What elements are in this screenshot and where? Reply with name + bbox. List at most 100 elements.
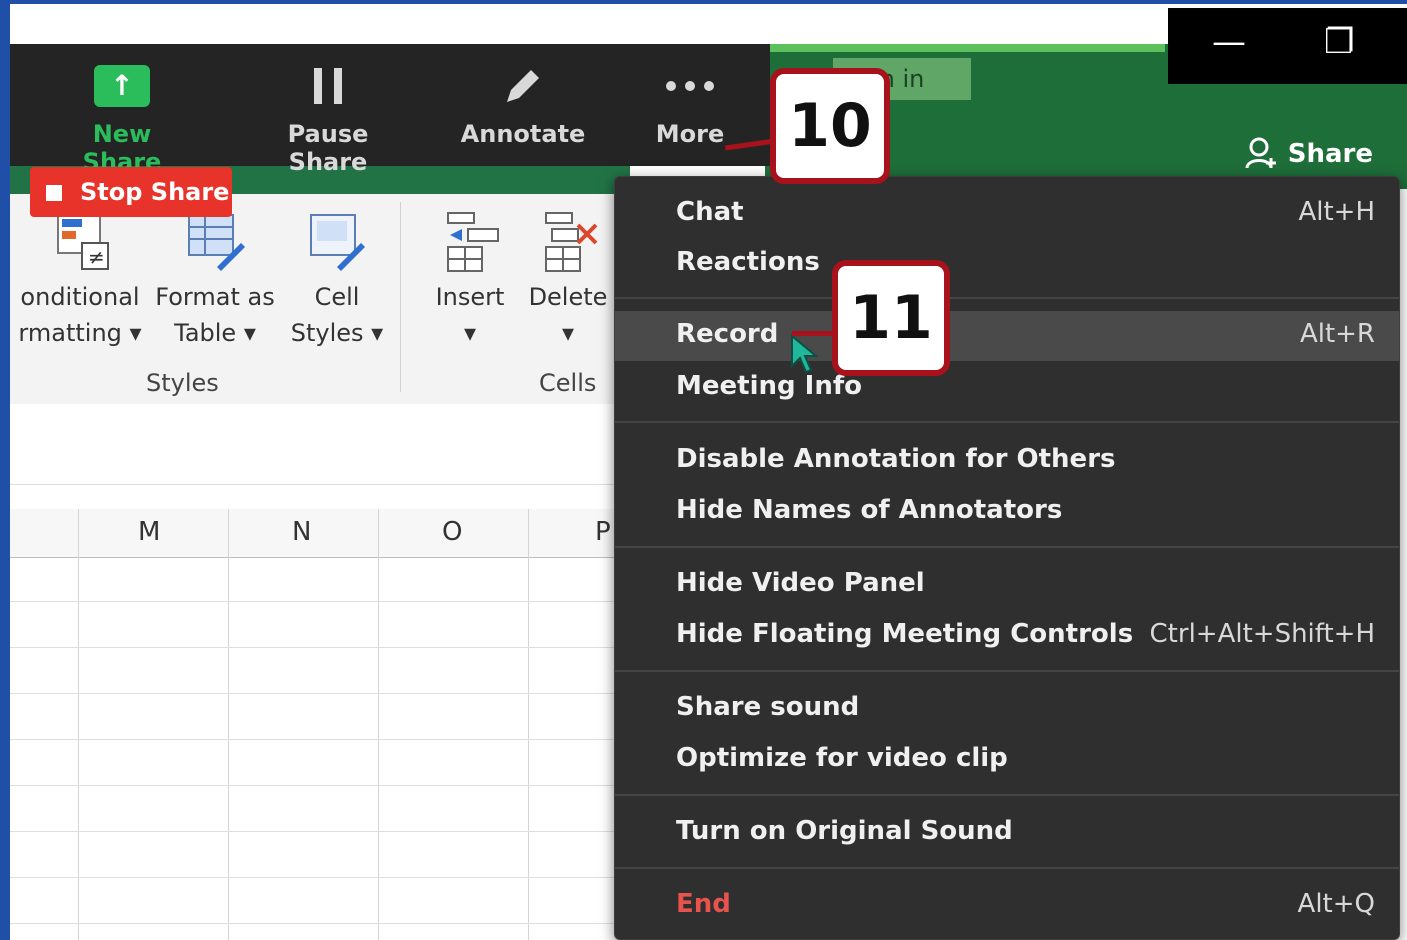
hide-annotator-names-label: Hide Names of Annotators [676,495,1063,525]
more-button[interactable]: More [640,58,740,148]
menu-item-reactions[interactable]: Reactions [615,239,1399,289]
conditional-formatting-label-2: rmatting ▾ [18,319,142,347]
ribbon-separator [400,202,401,392]
conditional-formatting-icon: ≠ [48,209,112,273]
grid-line [528,509,529,940]
menu-item-record[interactable]: Record Alt+R [615,311,1399,361]
annotate-label: Annotate [460,120,586,148]
step-10-callout: 10 [770,68,890,184]
menu-divider [615,867,1399,869]
insert-label: Insert [435,283,505,311]
grid-line [10,739,630,740]
pause-share-label: Pause Share [287,120,369,176]
grid-line [10,831,630,832]
delete-label: Delete [528,283,608,311]
menu-divider [615,297,1399,299]
column-header-n[interactable]: N [292,517,311,547]
grid-line [228,509,229,940]
record-shortcut: Alt+R [1299,319,1375,349]
share-participants-button[interactable]: Share [1245,136,1373,170]
column-header-p[interactable]: P [595,517,611,547]
more-dropdown-menu: Chat Alt+H Reactions Record Alt+R Meetin… [614,176,1400,940]
formula-bar[interactable] [10,404,630,485]
menu-item-end[interactable]: End Alt+Q [615,881,1399,931]
menu-item-share-sound[interactable]: Share sound [615,684,1399,734]
grid-line [10,693,630,694]
new-share-button[interactable]: ↑ New Share [52,58,192,176]
menu-item-disable-annotation[interactable]: Disable Annotation for Others [615,436,1399,486]
grid-line [78,509,79,940]
stop-share-button[interactable]: Stop Share [30,167,232,217]
window-controls: — ❐ [1168,8,1407,84]
menu-item-hide-floating-controls[interactable]: Hide Floating Meeting Controls Ctrl+Alt+… [615,611,1399,661]
menu-item-optimize-video[interactable]: Optimize for video clip [615,735,1399,785]
grid-line [10,647,630,648]
format-as-table-button[interactable]: Format as Table ▾ [150,209,280,351]
disable-annotation-label: Disable Annotation for Others [676,444,1116,474]
svg-text:≠: ≠ [88,245,105,269]
cells-group-label: Cells [539,369,597,397]
column-header-m[interactable]: M [138,517,160,547]
person-add-icon [1245,137,1288,169]
menu-item-hide-annotator-names[interactable]: Hide Names of Annotators [615,487,1399,537]
insert-cells-icon [438,209,502,273]
grid-line [10,923,630,924]
zoom-share-toolbar: ↑ New Share Pause Share Annotate More [10,44,770,176]
menu-divider [615,421,1399,423]
insert-cells-button[interactable]: Insert ▾ [420,209,520,351]
format-as-table-icon [183,209,247,273]
format-as-table-label-1: Format as [155,283,275,311]
cell-styles-label-1: Cell [314,283,360,311]
more-label: More [655,120,725,148]
annotate-button[interactable]: Annotate [458,58,588,148]
hide-floating-controls-shortcut: Ctrl+Alt+Shift+H [1149,619,1375,649]
menu-divider [615,546,1399,548]
hide-floating-controls-label: Hide Floating Meeting Controls [676,619,1134,649]
grid-line [10,785,630,786]
upload-arrow-icon: ↑ [94,65,150,107]
record-label: Record [676,319,779,349]
delete-dropdown-icon: ▾ [561,319,575,347]
column-header-row: M N O P [10,509,630,558]
conditional-formatting-button[interactable]: ≠ onditional rmatting ▾ [10,209,150,351]
delete-cells-icon [536,209,600,273]
mouse-cursor-icon [790,333,819,378]
reactions-label: Reactions [676,247,820,277]
meeting-info-label: Meeting Info [676,371,863,401]
menu-item-chat[interactable]: Chat Alt+H [615,189,1399,239]
stop-share-label: Stop Share [80,178,230,206]
pause-share-button[interactable]: Pause Share [248,58,408,176]
column-header-o[interactable]: O [442,517,462,547]
chat-shortcut: Alt+H [1298,197,1375,227]
menu-divider [615,670,1399,672]
pause-icon [248,58,408,114]
minimize-icon[interactable]: — [1212,22,1246,62]
step-11-callout: 11 [832,260,950,376]
share-sound-label: Share sound [676,692,860,722]
cell-styles-button[interactable]: Cell Styles ▾ [282,209,392,351]
hide-video-panel-label: Hide Video Panel [676,568,925,598]
cell-styles-label-2: Styles ▾ [290,319,384,347]
format-as-table-label-2: Table ▾ [174,319,256,347]
menu-divider [615,794,1399,796]
chat-label: Chat [676,197,744,227]
menu-item-original-sound[interactable]: Turn on Original Sound [615,808,1399,858]
original-sound-label: Turn on Original Sound [676,816,1013,846]
conditional-formatting-label-1: onditional [20,283,140,311]
end-shortcut: Alt+Q [1297,889,1375,919]
share-label: Share [1287,139,1373,169]
grid-line [10,877,630,878]
screen-frame: ≠ onditional rmatting ▾ Format as Table … [10,4,1407,940]
delete-cells-button[interactable]: Delete ▾ [518,209,618,351]
stop-square-icon [46,185,62,201]
restore-icon[interactable]: ❐ [1324,22,1354,62]
grid-line [10,601,630,602]
pencil-icon [458,58,588,114]
styles-group-label: Styles [146,369,219,397]
menu-item-hide-video-panel[interactable]: Hide Video Panel [615,560,1399,610]
menu-item-meeting-info[interactable]: Meeting Info [615,363,1399,413]
grid-line [378,509,379,940]
end-label: End [676,889,731,919]
optimize-video-label: Optimize for video clip [676,743,1008,773]
insert-dropdown-icon: ▾ [463,319,477,347]
